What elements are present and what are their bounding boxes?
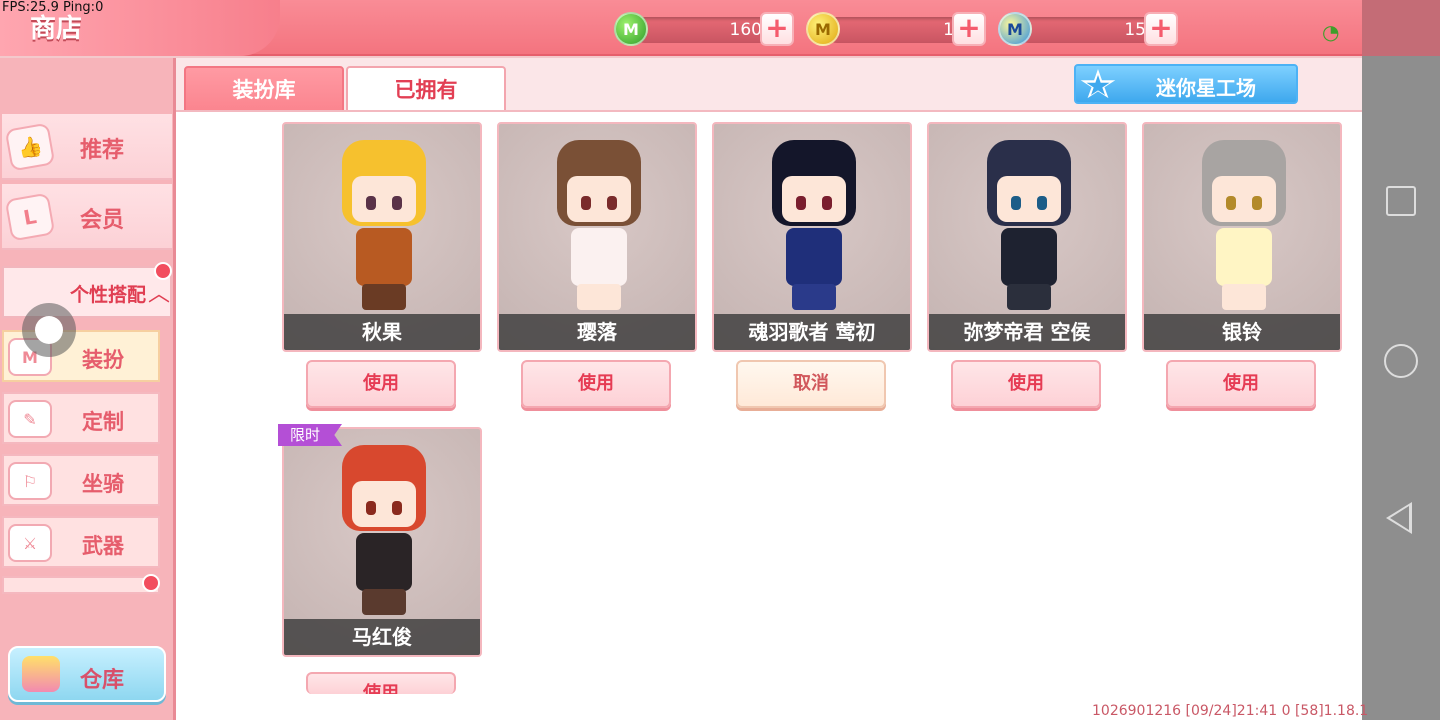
touch-indicator [22, 303, 76, 357]
sidebar-item-more[interactable] [2, 576, 160, 594]
character-figure [764, 140, 864, 310]
thumbs-up-icon: 👍 [4, 122, 56, 172]
green-mini-coin-icon: M [614, 12, 648, 46]
notification-dot [154, 262, 172, 280]
use-button[interactable]: 使用 [1166, 360, 1316, 408]
storage-button[interactable]: 仓库 [8, 646, 166, 702]
currency-value: 160 [729, 20, 762, 40]
currency-green: 160 M + [614, 12, 798, 46]
item-card[interactable]: 魂羽歌者 莺初 [712, 122, 912, 352]
item-card[interactable]: 秋果 [282, 122, 482, 352]
use-button[interactable]: 使用 [521, 360, 671, 408]
mount-icon: ⚐ [8, 462, 52, 500]
sidebar-item-label: 装扮 [82, 348, 124, 372]
gun-icon: ⚔ [8, 524, 52, 562]
fps-readout: FPS:25.9 Ping:0 [2, 0, 104, 15]
system-nav-bar [1362, 0, 1440, 720]
item-card[interactable]: 璎落 [497, 122, 697, 352]
add-green-currency-button[interactable]: + [760, 12, 794, 46]
limited-time-tag: 限时 [278, 424, 342, 446]
star-icon [1080, 69, 1116, 99]
sidebar-item-member[interactable]: L 会员 [2, 184, 172, 250]
item-name: 魂羽歌者 莺初 [714, 314, 910, 350]
currency-blue: 15 M + [998, 12, 1182, 46]
item-name: 弥梦帝君 空侯 [929, 314, 1125, 350]
item-card[interactable]: 马红俊 [282, 427, 482, 657]
sidebar-item-label: 坐骑 [82, 472, 124, 496]
sidebar-item-label: 武器 [82, 534, 124, 558]
add-gold-currency-button[interactable]: + [952, 12, 986, 46]
item-card[interactable]: 弥梦帝君 空侯 [927, 122, 1127, 352]
member-card-icon: L [4, 192, 56, 242]
mini-workshop-label: 迷你星工场 [1156, 76, 1256, 100]
chevron-up-icon: ︿ [148, 282, 171, 307]
back-icon[interactable] [1386, 502, 1412, 534]
currency-gold: 1 M + [806, 12, 990, 46]
character-figure [549, 140, 649, 310]
cancel-button[interactable]: 取消 [736, 360, 886, 408]
recent-apps-icon[interactable] [1386, 186, 1416, 216]
item-name: 银铃 [1144, 314, 1340, 350]
use-button[interactable]: 使用 [306, 672, 456, 694]
sidebar-item-mount[interactable]: ⚐ 坐骑 [2, 454, 160, 506]
storage-label: 仓库 [80, 668, 125, 693]
use-button[interactable]: 使用 [951, 360, 1101, 408]
item-name: 马红俊 [284, 619, 480, 655]
sidebar-item-label: 定制 [82, 410, 124, 434]
sidebar-item-customize[interactable]: ✎ 定制 [2, 392, 160, 444]
sidebar-item-personal-style[interactable]: 个性搭配 ︿ [2, 266, 172, 318]
pencil-icon: ✎ [8, 400, 52, 438]
character-figure [979, 140, 1079, 310]
signal-icon: ◔ [1322, 20, 1340, 44]
mini-workshop-button[interactable]: 迷你星工场 [1074, 64, 1298, 104]
currency-value: 1 [943, 20, 954, 40]
add-blue-currency-button[interactable]: + [1144, 12, 1178, 46]
gold-mini-coin-icon: M [806, 12, 840, 46]
sidebar-item-label: 个性搭配 [70, 284, 147, 306]
sidebar-item-recommend[interactable]: 👍 推荐 [2, 114, 172, 180]
sidebar-item-label: 推荐 [80, 138, 125, 163]
sidebar-item-label: 会员 [80, 208, 125, 233]
sidebar: 👍 推荐 L 会员 个性搭配 ︿ M 装扮 ✎ 定制 ⚐ 坐骑 ⚔ 武器 仓库 [0, 58, 176, 720]
home-icon[interactable] [1384, 344, 1418, 378]
item-name: 秋果 [284, 314, 480, 350]
character-figure [334, 445, 434, 615]
storage-icon [22, 656, 60, 692]
top-bar: 商店 FPS:25.9 Ping:0 160 M + 1 M + 15 M + … [0, 0, 1424, 56]
use-button[interactable]: 使用 [306, 360, 456, 408]
character-figure [1194, 140, 1294, 310]
item-card[interactable]: 银铃 [1142, 122, 1342, 352]
sidebar-item-weapon[interactable]: ⚔ 武器 [2, 516, 160, 568]
build-info: 1026901216 [09/24]21:41 0 [58]1.18.1 [1092, 703, 1369, 719]
nav-top-strip [1362, 0, 1440, 56]
currency-value: 15 [1124, 20, 1146, 40]
tab-dress-library[interactable]: 装扮库 [184, 66, 344, 112]
tab-owned[interactable]: 已拥有 [346, 66, 506, 112]
item-name: 璎落 [499, 314, 695, 350]
blue-mini-coin-icon: M [998, 12, 1032, 46]
character-figure [334, 140, 434, 310]
notification-dot [142, 574, 160, 592]
